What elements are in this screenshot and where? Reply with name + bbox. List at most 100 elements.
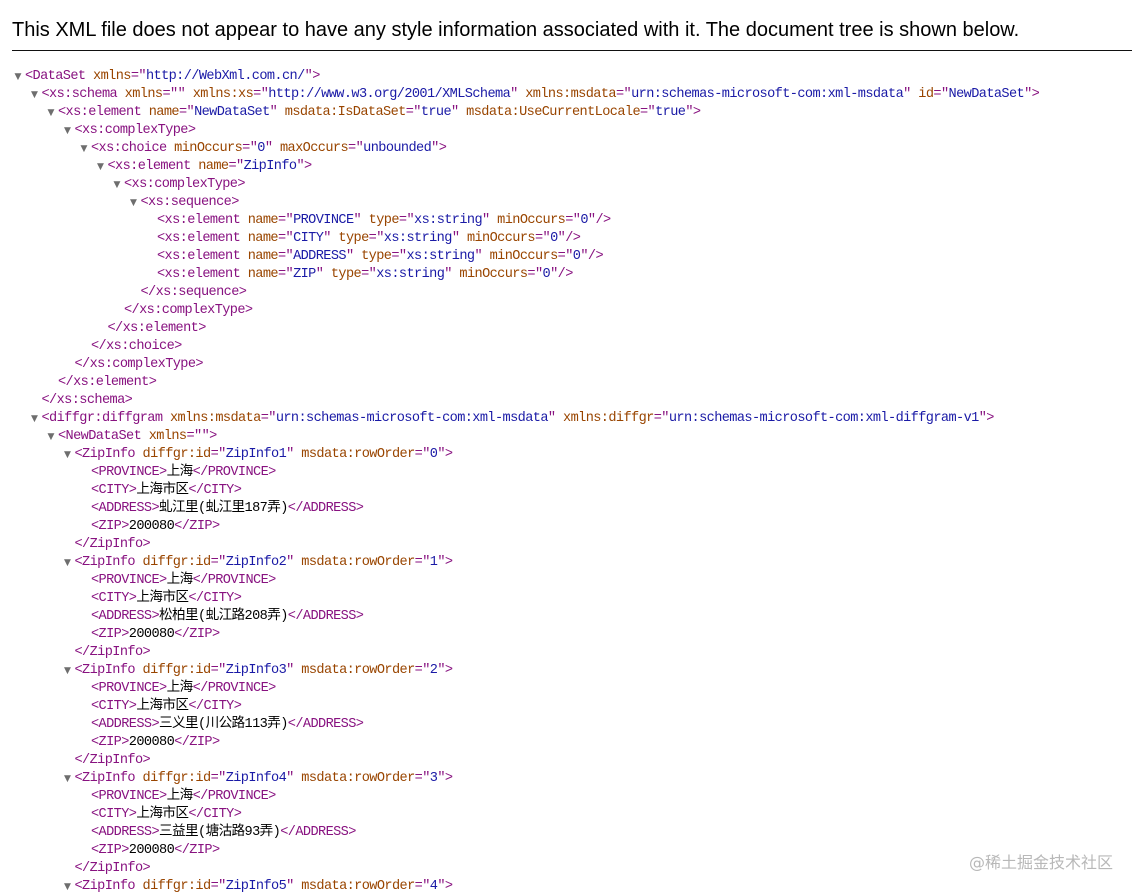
- xml-line-content: <xs:element name="ZIP" type="xs:string" …: [157, 266, 573, 284]
- tag-token: =": [368, 231, 385, 246]
- tag-token: </xs:element>: [58, 375, 157, 390]
- xml-line-content: <CITY>上海市区</CITY>: [91, 482, 242, 500]
- xml-line-content: <xs:choice minOccurs="0" maxOccurs="unbo…: [91, 140, 447, 158]
- xml-line-content: <ZipInfo diffgr:id="ZipInfo5" msdata:row…: [75, 878, 454, 896]
- xml-line-content: <ZIP>200080</ZIP>: [91, 626, 220, 644]
- tag-token: ">: [201, 429, 218, 444]
- attribute-name: msdata:rowOrder: [301, 447, 415, 462]
- tag-token: </CITY>: [188, 807, 242, 822]
- watermark: @稀土掘金技术社区: [968, 853, 1113, 872]
- tag-token: ": [264, 141, 280, 156]
- tag-token: =": [414, 555, 431, 570]
- tag-token: ">: [437, 879, 453, 894]
- tag-token: =": [565, 213, 581, 228]
- xml-line-content: <PROVINCE>上海</PROVINCE>: [91, 788, 276, 806]
- attribute-value: 0: [542, 267, 551, 282]
- text-content: 三益里(塘沽路93弄): [159, 825, 281, 840]
- text-content: 三义里(川公路113弄): [159, 717, 288, 732]
- tag-token: ">: [978, 411, 995, 426]
- tag-token: <ZIP>: [91, 519, 129, 534]
- triangle-down-icon[interactable]: ▼: [29, 410, 41, 428]
- tag-token: ": [547, 411, 564, 426]
- xml-line-content: <ZIP>200080</ZIP>: [91, 734, 220, 752]
- tag-token: <ZIP>: [91, 843, 129, 858]
- tag-token: <DataSet: [25, 69, 94, 84]
- text-content: 200080: [128, 519, 175, 534]
- tag-token: <NewDataSet: [58, 429, 149, 444]
- tag-token: ": [510, 87, 526, 102]
- tag-token: =": [210, 447, 227, 462]
- attribute-value: urn:schemas-microsoft-com:xml-msdata: [631, 87, 904, 102]
- attribute-name: name: [148, 105, 180, 120]
- tag-token: =": [414, 447, 431, 462]
- attribute-name: msdata:rowOrder: [301, 771, 415, 786]
- attribute-name: msdata:UseCurrentLocale: [466, 105, 640, 120]
- triangle-down-icon[interactable]: ▼: [62, 770, 74, 788]
- tag-token: <PROVINCE>: [91, 573, 167, 588]
- triangle-down-icon[interactable]: ▼: [12, 68, 24, 86]
- tag-token: <xs:choice: [91, 141, 175, 156]
- triangle-down-icon[interactable]: ▼: [29, 86, 41, 104]
- text-content: 虬江里(虬江里187弄): [159, 501, 288, 516]
- xml-line-content: <CITY>上海市区</CITY>: [91, 590, 242, 608]
- triangle-down-icon[interactable]: ▼: [62, 554, 74, 572]
- tag-token: </xs:choice>: [91, 339, 182, 354]
- tag-token: ": [323, 231, 339, 246]
- triangle-down-icon[interactable]: ▼: [128, 194, 140, 212]
- attribute-value: ZipInfo5: [225, 879, 287, 894]
- attribute-name: minOccurs: [489, 249, 559, 264]
- xml-line-content: <PROVINCE>上海</PROVINCE>: [91, 680, 276, 698]
- tag-token: </CITY>: [188, 591, 242, 606]
- tag-token: </ZIP>: [174, 627, 220, 642]
- attribute-value: urn:schemas-microsoft-com:xml-msdata: [275, 411, 549, 426]
- tag-token: ">: [296, 159, 312, 174]
- tag-token: "/>: [580, 249, 604, 264]
- xml-line-content: <ADDRESS>三义里(川公路113弄)</ADDRESS>: [91, 716, 364, 734]
- triangle-down-icon[interactable]: ▼: [111, 176, 123, 194]
- text-content: 上海市区: [136, 591, 189, 606]
- tag-token: <xs:complexType>: [74, 123, 197, 138]
- xml-line-content: </xs:complexType>: [75, 356, 204, 374]
- tag-token: <xs:sequence>: [140, 195, 240, 210]
- tag-token: =": [277, 231, 294, 246]
- tag-token: =": [242, 141, 258, 156]
- attribute-value: CITY: [293, 231, 324, 246]
- triangle-down-icon[interactable]: ▼: [78, 140, 90, 158]
- tag-token: <ZipInfo: [74, 663, 143, 678]
- xml-line-content: <ZipInfo diffgr:id="ZipInfo3" msdata:row…: [74, 662, 454, 680]
- tag-token: =": [933, 87, 949, 102]
- tag-token: </CITY>: [188, 699, 242, 714]
- attribute-value: ZipInfo2: [225, 555, 287, 570]
- attribute-value: 0: [580, 213, 588, 228]
- triangle-down-icon[interactable]: ▼: [62, 878, 74, 896]
- tag-token: =": [527, 267, 543, 282]
- attribute-name: msdata:IsDataSet: [284, 105, 407, 120]
- tag-token: <xs:element: [157, 249, 248, 264]
- tag-token: ": [286, 447, 302, 462]
- tag-token: ": [177, 87, 193, 102]
- triangle-down-icon[interactable]: ▼: [45, 104, 57, 122]
- text-content: 上海: [166, 465, 194, 480]
- tag-token: <ADDRESS>: [91, 609, 160, 624]
- xml-line-content: <xs:element name="CITY" type="xs:string"…: [157, 230, 581, 248]
- tag-token: <diffgr:diffgram: [41, 411, 170, 426]
- attribute-value: urn:schemas-microsoft-com:xml-diffgram-v…: [668, 411, 979, 426]
- triangle-down-icon[interactable]: ▼: [45, 428, 57, 446]
- text-content: 松柏里(虬江路208弄): [159, 609, 288, 624]
- triangle-down-icon[interactable]: ▼: [62, 446, 74, 464]
- tag-token: ": [444, 267, 460, 282]
- xml-line-content: </ZipInfo>: [75, 644, 151, 662]
- attribute-name: minOccurs: [459, 267, 528, 282]
- tag-token: <ADDRESS>: [91, 501, 160, 516]
- tag-token: </ZipInfo>: [74, 861, 151, 876]
- triangle-down-icon[interactable]: ▼: [62, 122, 74, 140]
- triangle-down-icon[interactable]: ▼: [95, 158, 107, 176]
- tag-token: "/>: [587, 213, 611, 228]
- triangle-down-icon[interactable]: ▼: [62, 662, 74, 680]
- attribute-name: diffgr:id: [142, 555, 212, 570]
- attribute-value: ZipInfo4: [225, 771, 287, 786]
- tag-token: =": [405, 105, 422, 120]
- text-content: 200080: [128, 627, 175, 642]
- tag-token: =": [414, 879, 431, 894]
- text-content: 200080: [128, 735, 175, 750]
